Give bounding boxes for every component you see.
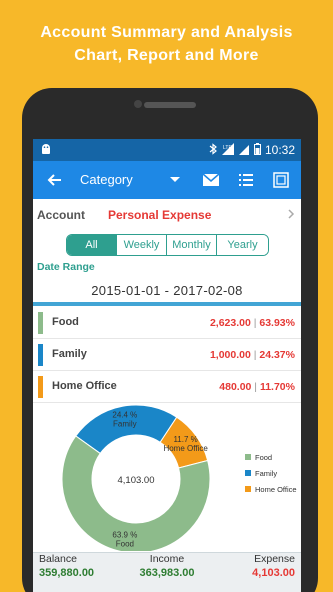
category-color-bar [38, 344, 43, 366]
category-name: Home Office [52, 380, 117, 392]
category-name: Food [52, 316, 79, 328]
promo-subheadline: Chart, Report and More [74, 47, 259, 64]
legend-label: Home Office [255, 485, 297, 494]
category-color-bar [38, 312, 43, 334]
category-color-bar [38, 376, 43, 398]
legend-swatch [245, 454, 251, 460]
date-range-label: Date Range [37, 261, 95, 273]
lte-icon: LTE [222, 143, 234, 155]
tab-all[interactable]: All [67, 235, 117, 255]
battery-icon [254, 143, 261, 155]
category-amount: 480.00 | 11.70% [219, 381, 295, 393]
donut-slice-label: Food [116, 539, 134, 548]
expense-label: Expense [254, 553, 295, 565]
svg-text:LTE: LTE [223, 145, 232, 151]
chevron-right-icon[interactable] [287, 209, 295, 219]
tab-monthly[interactable]: Monthly [167, 235, 217, 255]
bluetooth-icon [209, 143, 217, 155]
date-range-value[interactable]: 2015-01-01 - 2017-02-08 [33, 283, 301, 298]
category-name: Family [52, 348, 87, 360]
screenshot-icon[interactable] [271, 170, 291, 190]
expense-summary: Expense 4,103.00 [252, 553, 295, 579]
app-screen: LTE 10:32 Category Account Personal Expe… [33, 139, 301, 592]
legend-swatch [245, 486, 251, 492]
donut-center-total: 4,103.00 [118, 475, 155, 486]
legend-label: Food [255, 453, 272, 462]
status-bar: LTE 10:32 [33, 139, 301, 161]
expense-value: 4,103.00 [252, 567, 295, 579]
category-row-family[interactable]: Family 1,000.00 | 24.37% [33, 339, 301, 371]
account-value: Personal Expense [108, 208, 212, 222]
divider [33, 302, 301, 306]
category-dropdown[interactable]: Category [80, 172, 133, 187]
signal-icon [239, 145, 249, 155]
summary-footer: Balance 359,880.00 Income 363,983.00 Exp… [33, 552, 301, 592]
back-arrow-icon[interactable] [45, 170, 65, 190]
clock: 10:32 [264, 143, 295, 157]
category-donut-chart: 24.4 %Family11.7 %Home Office63.9 %Food4… [61, 404, 297, 551]
account-label: Account [37, 208, 85, 222]
promo-headline: Account Summary and Analysis [40, 24, 293, 41]
account-row[interactable]: Account Personal Expense [33, 199, 301, 227]
speaker [144, 102, 196, 108]
category-row-home-office[interactable]: Home Office 480.00 | 11.70% [33, 371, 301, 403]
camera [134, 100, 142, 108]
list-icon[interactable] [236, 170, 256, 190]
dropdown-arrow-icon[interactable] [170, 177, 180, 182]
category-amount: 2,623.00 | 63.93% [209, 317, 295, 329]
category-row-food[interactable]: Food 2,623.00 | 63.93% [33, 307, 301, 339]
donut-slice-label: Home Office [163, 444, 208, 453]
tab-yearly[interactable]: Yearly [217, 235, 268, 255]
period-tabs: All Weekly Monthly Yearly [66, 234, 269, 256]
donut-slice-label: 24.4 % [112, 411, 137, 420]
app-bar: Category [33, 161, 301, 199]
android-icon [42, 144, 50, 154]
donut-slice-label: 11.7 % [173, 435, 197, 444]
category-amount: 1,000.00 | 24.37% [209, 349, 295, 361]
mail-icon[interactable] [201, 170, 221, 190]
donut-slice-label: 63.9 % [112, 530, 137, 539]
donut-slice-label: Family [113, 420, 137, 429]
tab-weekly[interactable]: Weekly [117, 235, 167, 255]
legend-label: Family [255, 469, 277, 478]
legend-swatch [245, 470, 251, 476]
